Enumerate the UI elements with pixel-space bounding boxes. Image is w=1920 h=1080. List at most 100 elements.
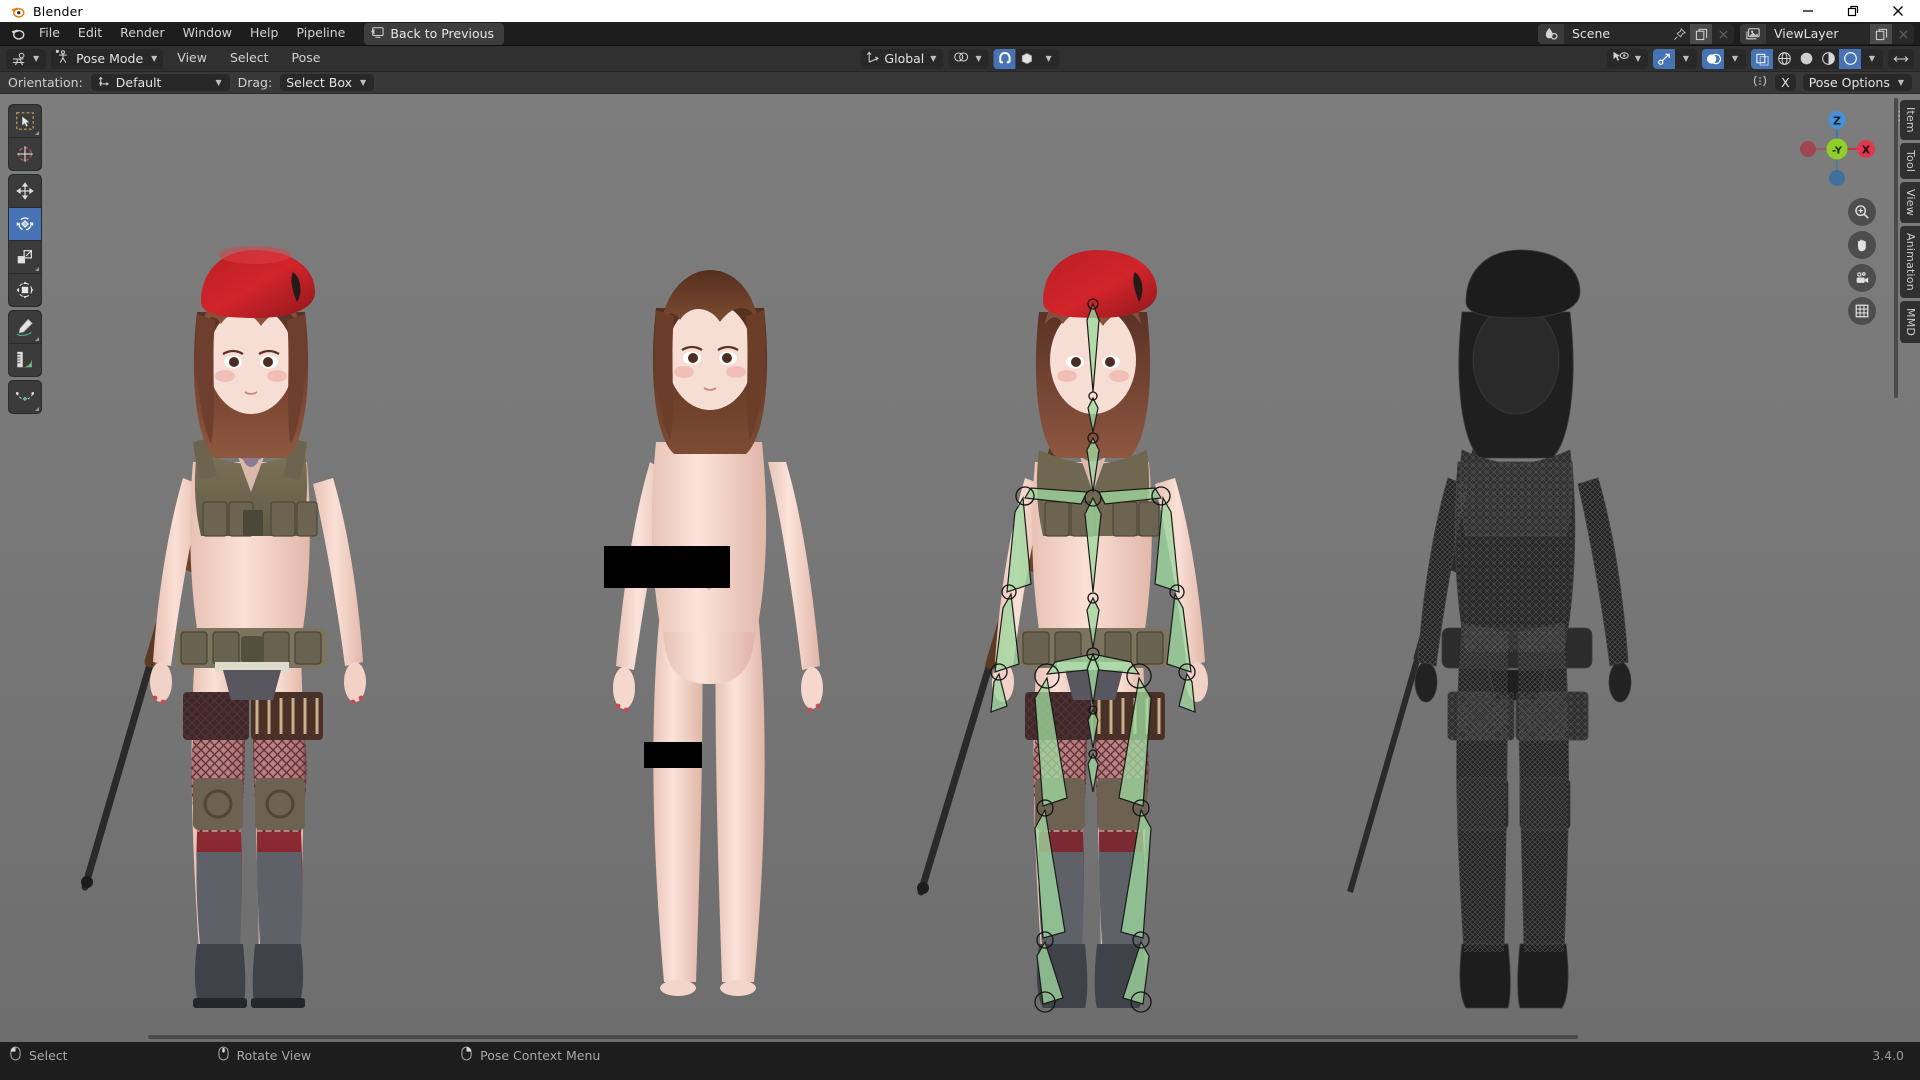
menu-file[interactable]: File bbox=[30, 24, 69, 43]
censor-bar-pelvis bbox=[644, 742, 702, 768]
unlink-scene-icon[interactable] bbox=[1712, 24, 1734, 44]
head bbox=[193, 246, 315, 467]
pan-hand-icon[interactable] bbox=[1848, 231, 1876, 259]
mouse-left-icon bbox=[10, 1046, 21, 1064]
tool-transform[interactable] bbox=[9, 274, 41, 306]
drag-dropdown[interactable]: Select Box ▼ bbox=[280, 74, 375, 91]
pin-icon[interactable] bbox=[1668, 24, 1690, 44]
menu-render[interactable]: Render bbox=[111, 24, 174, 43]
pose-mode-icon bbox=[55, 49, 70, 68]
viewport-display-tools: ▼ ▼ ▼ ▼ bbox=[1606, 48, 1914, 69]
sidebar-tab-mmd[interactable]: MMD bbox=[1900, 300, 1920, 343]
top-menu-bar: File Edit Render Window Help Pipeline Ba… bbox=[0, 22, 1920, 46]
menu-edit[interactable]: Edit bbox=[69, 24, 111, 43]
back-to-previous-button[interactable]: Back to Previous bbox=[364, 22, 505, 45]
snapping-group: ▼ bbox=[993, 48, 1060, 69]
navigation-gizmo[interactable]: Z X -Y bbox=[1794, 106, 1880, 192]
orientation-dropdown[interactable]: Default ▼ bbox=[90, 74, 230, 91]
svg-text:X: X bbox=[1862, 144, 1871, 157]
minimize-icon[interactable] bbox=[1785, 0, 1830, 22]
chevron-down-icon: ▼ bbox=[930, 54, 937, 63]
viewlayer-name[interactable]: ViewLayer bbox=[1766, 24, 1870, 44]
tool-rotate[interactable] bbox=[9, 208, 41, 240]
viewport-transform-tools: Global ▼ ▼ ▼ bbox=[860, 48, 1060, 69]
snap-magnet-toggle[interactable] bbox=[993, 48, 1016, 69]
scene-datablock[interactable]: Scene bbox=[1538, 24, 1734, 44]
status-hint-pose-context: Pose Context Menu bbox=[461, 1046, 600, 1064]
menu-pipeline[interactable]: Pipeline bbox=[287, 24, 354, 43]
snap-target-icon[interactable] bbox=[1016, 49, 1038, 69]
new-scene-icon[interactable] bbox=[1690, 24, 1712, 44]
viewport-nav-buttons bbox=[1848, 198, 1876, 325]
window-title: Blender bbox=[33, 3, 83, 19]
proportional-editing-button[interactable]: ▼ bbox=[948, 48, 989, 69]
mouse-middle-icon bbox=[217, 1046, 229, 1064]
zoom-icon[interactable] bbox=[1848, 198, 1876, 226]
tool-group-transform bbox=[8, 174, 42, 307]
status-hint-pose-context-label: Pose Context Menu bbox=[480, 1047, 601, 1063]
viewport-resize-handle[interactable] bbox=[1888, 48, 1914, 69]
figure-wireframe[interactable] bbox=[1340, 192, 1740, 1022]
visibility-selector[interactable]: ▼ bbox=[1606, 48, 1648, 69]
transform-orientation-selector[interactable]: Global ▼ bbox=[860, 48, 944, 69]
shading-group: ▼ bbox=[1751, 48, 1883, 69]
grid-icon[interactable] bbox=[1848, 297, 1876, 325]
maximize-icon[interactable] bbox=[1830, 0, 1875, 22]
new-viewlayer-icon[interactable] bbox=[1870, 24, 1892, 44]
tool-group-pose bbox=[8, 380, 42, 414]
overlays-toggle[interactable] bbox=[1702, 48, 1724, 69]
menu-help[interactable]: Help bbox=[241, 24, 288, 43]
tool-select-box[interactable] bbox=[9, 105, 41, 137]
tool-breakdowner[interactable] bbox=[9, 381, 41, 413]
viewlayer-datablock[interactable]: ViewLayer bbox=[1740, 24, 1914, 44]
tool-expand-corner bbox=[35, 407, 39, 411]
shading-rendered-icon[interactable] bbox=[1839, 48, 1861, 69]
status-hint-rotate-view-label: Rotate View bbox=[236, 1047, 312, 1063]
figure-body-only[interactable] bbox=[560, 192, 850, 1022]
sidebar-tab-view[interactable]: View bbox=[1900, 182, 1920, 223]
viewport-menu-pose[interactable]: Pose bbox=[283, 49, 330, 68]
tool-scale[interactable] bbox=[9, 241, 41, 273]
tool-move[interactable] bbox=[9, 175, 41, 207]
figure-armature-overlay[interactable] bbox=[895, 192, 1315, 1022]
scene-name[interactable]: Scene bbox=[1564, 24, 1668, 44]
chevron-down-icon[interactable]: ▼ bbox=[1675, 49, 1697, 69]
sidebar-tab-tool[interactable]: Tool bbox=[1900, 142, 1920, 180]
orientation-axes-icon bbox=[865, 50, 880, 67]
sidebar-tab-animation[interactable]: Animation bbox=[1900, 225, 1920, 298]
topbar-datablocks: Scene ViewLayer bbox=[1538, 24, 1914, 44]
tool-expand-corner bbox=[35, 337, 39, 341]
shading-solid-icon[interactable] bbox=[1795, 49, 1817, 69]
mouse-right-icon bbox=[461, 1046, 472, 1064]
camera-icon[interactable] bbox=[1848, 264, 1876, 292]
chevron-down-icon[interactable]: ▼ bbox=[1861, 49, 1883, 69]
viewport-menu-view[interactable]: View bbox=[168, 49, 216, 68]
viewport-menu-select[interactable]: Select bbox=[221, 49, 278, 68]
chevron-down-icon[interactable]: ▼ bbox=[1038, 49, 1060, 69]
gizmo-group: ▼ bbox=[1653, 48, 1697, 69]
shading-wireframe-icon[interactable] bbox=[1773, 49, 1795, 69]
sidebar-tab-item[interactable]: Item bbox=[1900, 100, 1920, 140]
tool-annotate[interactable] bbox=[9, 311, 41, 343]
chevron-down-icon[interactable]: ▼ bbox=[1724, 49, 1746, 69]
pose-options-dropdown[interactable]: Pose Options ▼ bbox=[1802, 74, 1912, 91]
close-icon[interactable] bbox=[1875, 0, 1920, 22]
tool-measure[interactable] bbox=[9, 344, 41, 376]
eye-cursor-icon bbox=[1612, 50, 1629, 67]
remove-viewlayer-icon[interactable] bbox=[1892, 24, 1914, 44]
xray-toggle[interactable] bbox=[1751, 48, 1773, 69]
mode-selector[interactable]: Pose Mode ▼ bbox=[51, 48, 164, 69]
blender-menu-icon[interactable] bbox=[4, 24, 30, 44]
tool-cursor[interactable] bbox=[9, 138, 41, 170]
viewport-vertical-scrollbar[interactable] bbox=[1894, 98, 1898, 398]
figure-textured-clothed[interactable] bbox=[75, 192, 475, 1022]
gizmo-toggle[interactable] bbox=[1653, 48, 1675, 69]
xmirror-label: X bbox=[1781, 75, 1790, 90]
3d-viewport[interactable]: ⋮ Z X -Y bbox=[0, 94, 1920, 1042]
menu-window[interactable]: Window bbox=[174, 24, 241, 43]
shading-material-icon[interactable] bbox=[1817, 49, 1839, 69]
editor-type-button[interactable]: ▼ bbox=[6, 48, 47, 69]
xmirror-toggle[interactable]: X bbox=[1775, 74, 1796, 91]
tool-settings-right: X Pose Options ▼ bbox=[1752, 73, 1912, 92]
viewport-horizontal-scrollbar[interactable] bbox=[148, 1035, 1578, 1039]
